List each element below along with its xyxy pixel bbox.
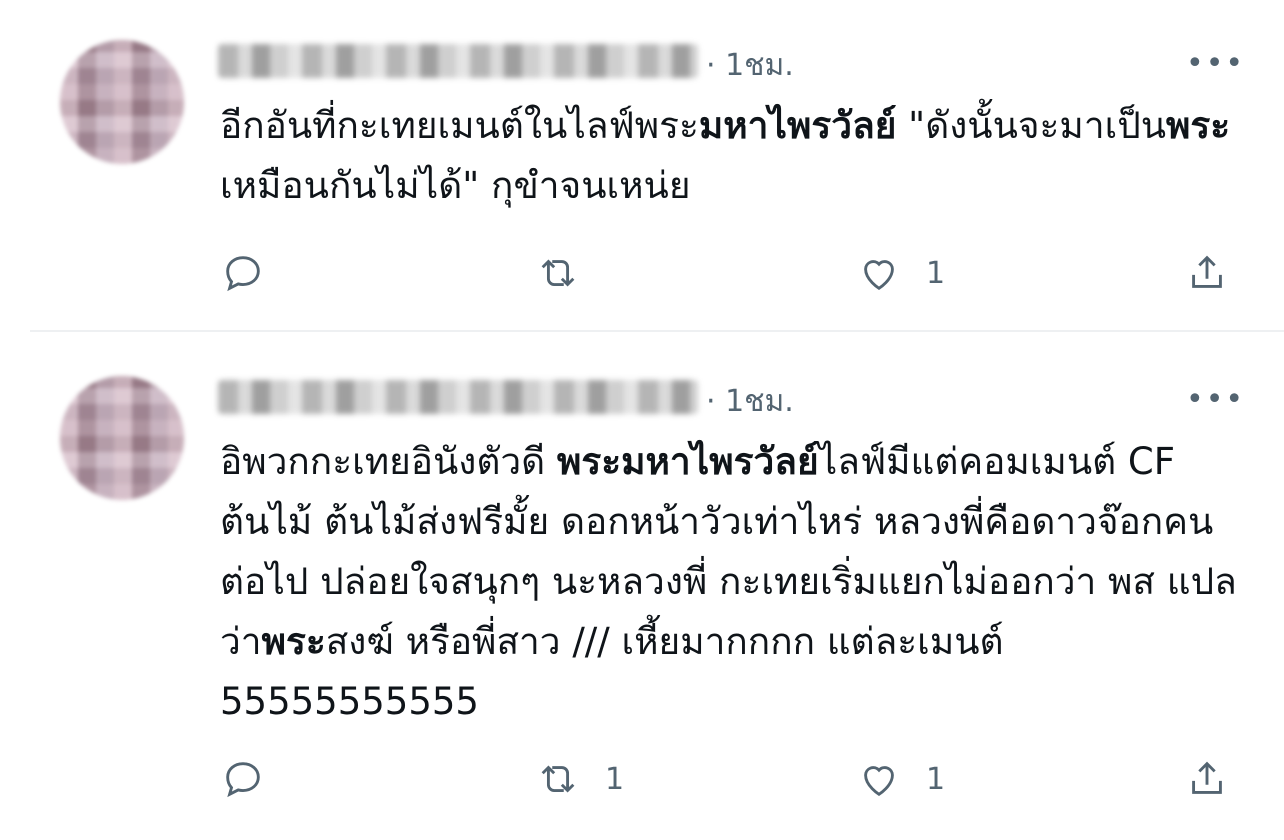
tweet-text-bold: มหาไพรวัลย์ bbox=[698, 104, 897, 147]
tweet-1[interactable]: · 1ชม. ••• อีกอันที่กะเทยเมนต์ในไลฟ์พระม… bbox=[0, 0, 1284, 330]
tweet-text-part: อิพวกกะเทยอินังตัวดี bbox=[220, 440, 557, 483]
like-button[interactable]: 1 bbox=[856, 250, 945, 296]
heart-icon bbox=[864, 766, 894, 797]
more-options-icon[interactable]: ••• bbox=[1186, 46, 1245, 81]
tweet-text: อีกอันที่กะเทยเมนต์ในไลฟ์พระมหาไพรวัลย์ … bbox=[220, 96, 1240, 216]
share-button[interactable] bbox=[1184, 250, 1230, 296]
share-icon bbox=[1192, 255, 1222, 288]
share-icon bbox=[1192, 761, 1222, 794]
retweet-count: 1 bbox=[605, 761, 625, 797]
tweet-text-bold: พระ bbox=[1166, 104, 1231, 147]
author-name-blurred[interactable] bbox=[218, 44, 698, 78]
reply-icon bbox=[226, 256, 260, 292]
tweet-text-part: สงฆ์ หรือพี่สาว /// เหี้ยมากกกก แต่ละเมน… bbox=[220, 620, 1004, 723]
avatar[interactable] bbox=[60, 376, 184, 500]
avatar[interactable] bbox=[60, 40, 184, 164]
tweet-text-bold: พระมหาไพรวัลย์ bbox=[556, 440, 819, 483]
retweet-icon bbox=[541, 259, 575, 287]
reply-icon bbox=[226, 762, 260, 798]
heart-icon bbox=[864, 260, 894, 291]
author-name-blurred[interactable] bbox=[218, 380, 698, 414]
tweet-text-part: "ดังนั้นจะมาเป็น bbox=[896, 104, 1167, 147]
retweet-button[interactable] bbox=[535, 250, 605, 296]
share-button[interactable] bbox=[1184, 756, 1230, 802]
like-count: 1 bbox=[926, 255, 946, 291]
retweet-icon bbox=[541, 765, 575, 793]
reply-button[interactable] bbox=[220, 756, 290, 802]
tweet-text-bold: พระ bbox=[261, 620, 326, 663]
like-button[interactable]: 1 bbox=[856, 756, 945, 802]
tweet-text: อิพวกกะเทยอินังตัวดี พระมหาไพรวัลย์ไลฟ์ม… bbox=[220, 432, 1240, 732]
tweet-text-part: เหมือนกันไม่ได้" กุขำจนเหน่ย bbox=[220, 164, 691, 207]
tweet-text-part: อีกอันที่กะเทยเมนต์ในไลฟ์พระ bbox=[220, 104, 699, 147]
tweet-2[interactable]: · 1ชม. ••• อิพวกกะเทยอินังตัวดี พระมหาไพ… bbox=[0, 332, 1284, 840]
retweet-button[interactable]: 1 bbox=[535, 756, 624, 802]
like-count: 1 bbox=[926, 761, 946, 797]
reply-button[interactable] bbox=[220, 250, 290, 296]
tweet-timestamp[interactable]: · 1ชม. bbox=[706, 378, 794, 425]
more-options-icon[interactable]: ••• bbox=[1186, 382, 1245, 417]
tweet-timestamp[interactable]: · 1ชม. bbox=[706, 42, 794, 89]
